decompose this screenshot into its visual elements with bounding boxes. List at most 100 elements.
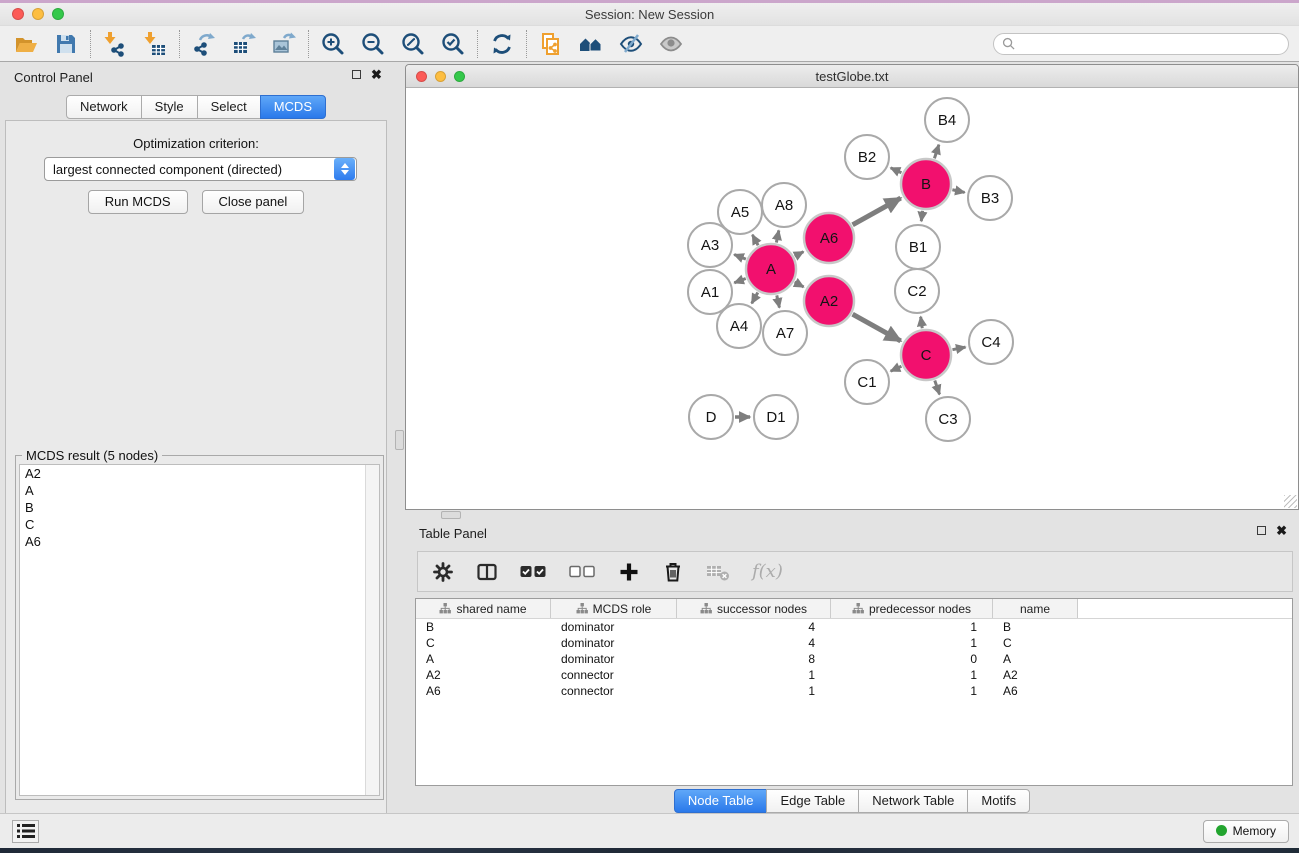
column-header-predecessor-nodes[interactable]: predecessor nodes [831, 599, 993, 618]
table-cell[interactable]: dominator [551, 652, 677, 666]
table-cell[interactable]: 4 [677, 636, 831, 650]
import-table-button[interactable] [139, 29, 171, 59]
edge-A-A5[interactable] [752, 235, 758, 245]
edge-A-A8[interactable] [776, 230, 778, 242]
table-cell[interactable]: 8 [677, 652, 831, 666]
table-cell[interactable]: 1 [831, 668, 993, 682]
split-view-button[interactable] [476, 561, 498, 583]
search-field[interactable] [993, 33, 1289, 55]
result-scrollbar[interactable] [365, 465, 379, 795]
bottom-tab-motifs[interactable]: Motifs [967, 789, 1030, 813]
select-all-columns-button[interactable] [520, 565, 547, 578]
table-cell[interactable]: 1 [677, 684, 831, 698]
float-panel-icon[interactable] [352, 70, 361, 79]
table-row[interactable]: Cdominator41C [416, 635, 1292, 651]
close-panel-button[interactable]: Close panel [202, 190, 305, 214]
edge-A-A6[interactable] [795, 252, 804, 257]
delete-table-button[interactable] [706, 562, 730, 582]
mcds-result-item[interactable]: A [20, 482, 379, 499]
delete-column-button[interactable] [662, 561, 684, 583]
zoom-in-button[interactable] [317, 29, 349, 59]
add-column-button[interactable] [618, 561, 640, 583]
cp-tab-style[interactable]: Style [141, 95, 198, 119]
first-neighbors-button[interactable] [575, 29, 607, 59]
table-cell[interactable]: 1 [831, 620, 993, 634]
hide-selected-button[interactable] [615, 29, 647, 59]
zoom-out-button[interactable] [357, 29, 389, 59]
apply-layout-button[interactable] [486, 29, 518, 59]
edge-B-B3[interactable] [952, 190, 964, 193]
edge-B-B2[interactable] [891, 168, 902, 173]
table-cell[interactable]: 1 [677, 668, 831, 682]
deselect-all-columns-button[interactable] [569, 565, 596, 578]
table-cell[interactable]: A6 [416, 684, 551, 698]
table-cell[interactable]: dominator [551, 636, 677, 650]
table-cell[interactable]: C [416, 636, 551, 650]
table-cell[interactable]: 1 [831, 684, 993, 698]
mcds-result-item[interactable]: A2 [20, 465, 379, 482]
table-cell[interactable]: B [993, 620, 1078, 634]
edge-A-A3[interactable] [734, 255, 746, 260]
horizontal-splitter-handle[interactable] [441, 511, 461, 519]
table-row[interactable]: A6connector11A6 [416, 683, 1292, 699]
edge-A-A1[interactable] [734, 279, 745, 283]
export-image-button[interactable] [268, 29, 300, 59]
export-network-button[interactable] [188, 29, 220, 59]
float-panel-icon[interactable] [1257, 526, 1266, 535]
column-header-MCDS-role[interactable]: MCDS role [551, 599, 677, 618]
vertical-splitter-handle[interactable] [395, 430, 404, 450]
edge-C-C1[interactable] [891, 366, 902, 371]
bottom-tab-network-table[interactable]: Network Table [858, 789, 968, 813]
table-cell[interactable]: 4 [677, 620, 831, 634]
show-graphics-details-button[interactable] [655, 29, 687, 59]
table-row[interactable]: Bdominator41B [416, 619, 1292, 635]
search-input[interactable] [1020, 37, 1280, 51]
criterion-dropdown[interactable]: largest connected component (directed) [44, 157, 357, 181]
task-history-button[interactable] [12, 820, 39, 843]
mcds-result-item[interactable]: C [20, 516, 379, 533]
edge-B-B1[interactable] [921, 211, 922, 221]
new-network-from-selection-button[interactable] [535, 29, 567, 59]
edge-C-C2[interactable] [921, 317, 923, 329]
export-table-button[interactable] [228, 29, 260, 59]
table-cell[interactable]: A2 [416, 668, 551, 682]
cp-tab-mcds[interactable]: MCDS [260, 95, 326, 119]
network-canvas[interactable]: B4B2BB3B1A6C2A5A8A3AA1A4A7A2CC1C4C3DD1 [406, 88, 1298, 509]
table-row[interactable]: Adominator80A [416, 651, 1292, 667]
save-session-button[interactable] [50, 29, 82, 59]
table-cell[interactable]: A6 [993, 684, 1078, 698]
table-cell[interactable]: A [993, 652, 1078, 666]
table-cell[interactable]: dominator [551, 620, 677, 634]
window-resize-grip[interactable] [1284, 495, 1297, 508]
table-cell[interactable]: 0 [831, 652, 993, 666]
zoom-fit-button[interactable] [397, 29, 429, 59]
edge-A-A2[interactable] [795, 282, 804, 287]
table-cell[interactable]: connector [551, 684, 677, 698]
table-cell[interactable]: C [993, 636, 1078, 650]
column-header-successor-nodes[interactable]: successor nodes [677, 599, 831, 618]
table-cell[interactable]: 1 [831, 636, 993, 650]
cp-tab-select[interactable]: Select [197, 95, 261, 119]
function-builder-button[interactable]: f(x) [752, 561, 783, 582]
close-panel-icon[interactable]: ✖ [1276, 526, 1287, 535]
table-cell[interactable]: B [416, 620, 551, 634]
edge-C-C4[interactable] [952, 347, 965, 350]
run-mcds-button[interactable]: Run MCDS [88, 190, 188, 214]
table-settings-button[interactable] [432, 561, 454, 583]
cp-tab-network[interactable]: Network [66, 95, 142, 119]
memory-button[interactable]: Memory [1203, 820, 1289, 843]
column-header-shared-name[interactable]: shared name [416, 599, 551, 618]
mcds-result-list[interactable]: A2ABCA6 [19, 464, 380, 796]
edge-A-A7[interactable] [777, 295, 780, 307]
table-row[interactable]: A2connector11A2 [416, 667, 1292, 683]
close-panel-icon[interactable]: ✖ [371, 70, 382, 79]
table-cell[interactable]: connector [551, 668, 677, 682]
edge-A2-C[interactable] [853, 314, 901, 341]
bottom-tab-node-table[interactable]: Node Table [674, 789, 768, 813]
mcds-result-item[interactable]: A6 [20, 533, 379, 550]
edge-A-A4[interactable] [752, 293, 758, 304]
table-cell[interactable]: A2 [993, 668, 1078, 682]
edge-B-B4[interactable] [934, 145, 938, 159]
mcds-result-item[interactable]: B [20, 499, 379, 516]
edge-C-C3[interactable] [935, 381, 940, 395]
